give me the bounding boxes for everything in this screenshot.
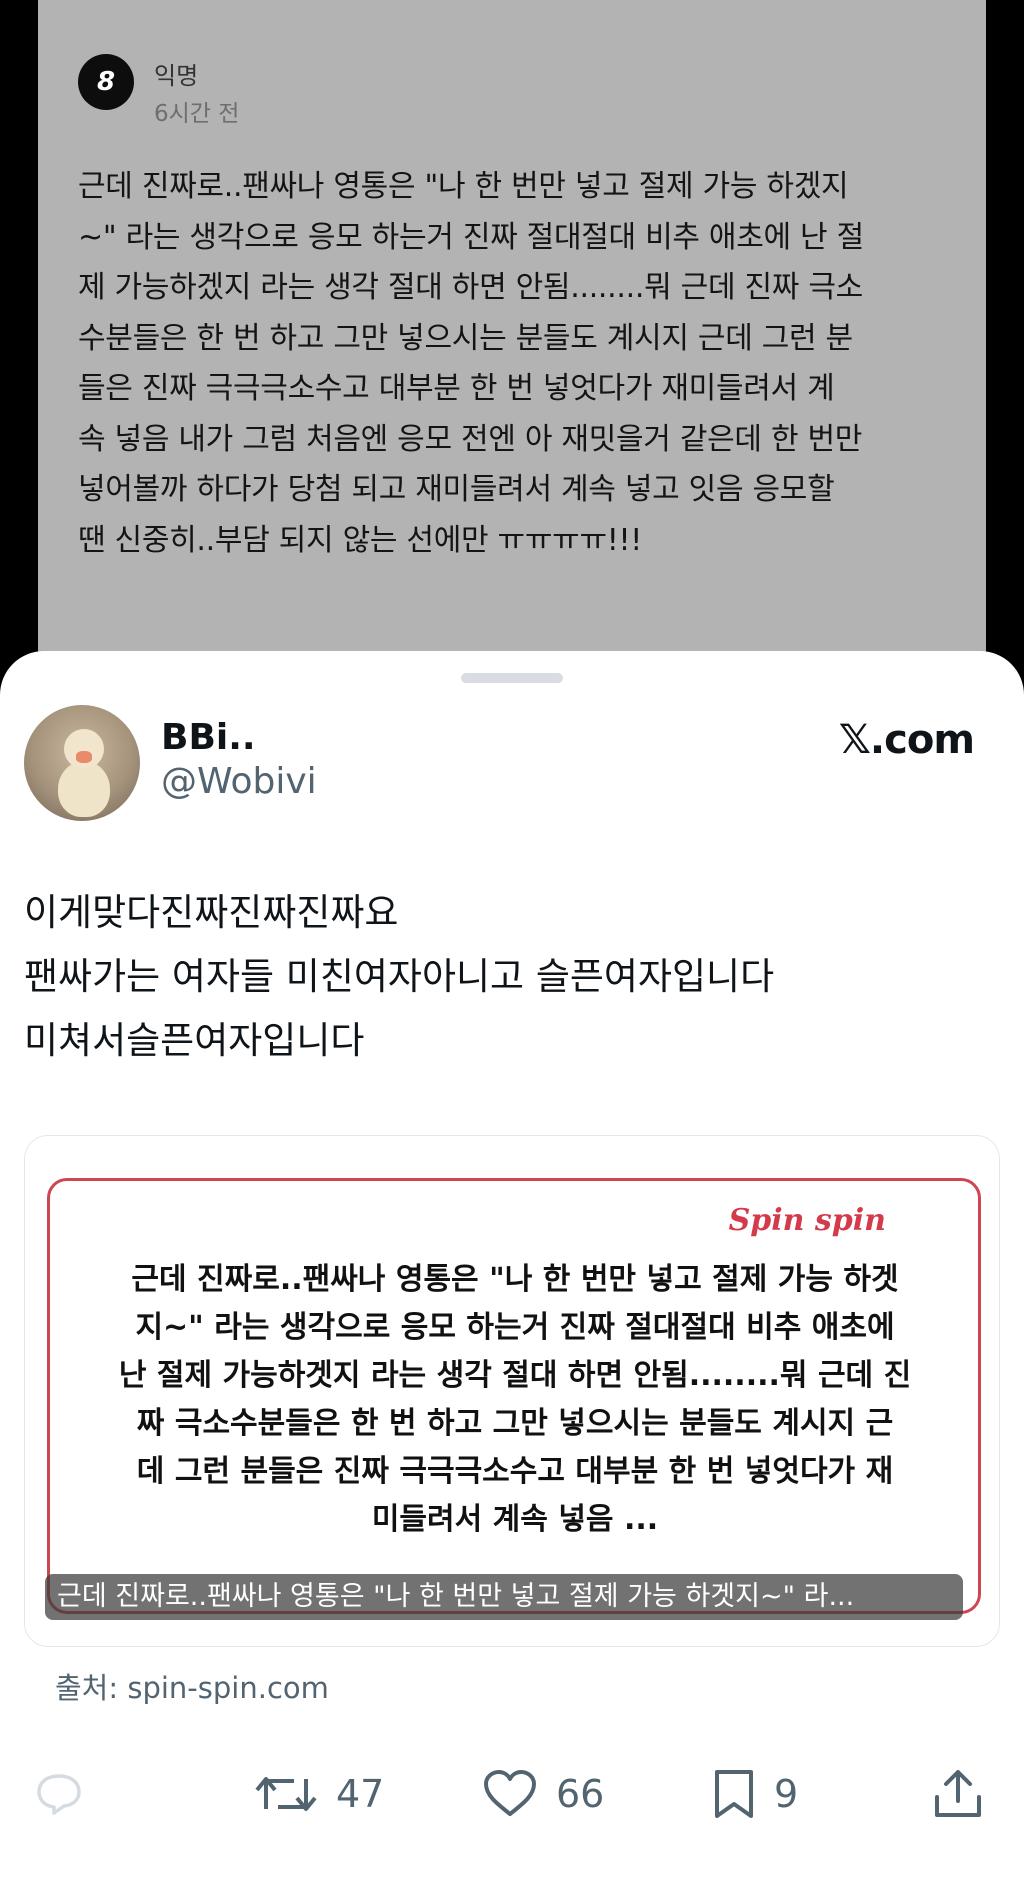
- share-icon: [935, 1770, 981, 1817]
- background-post-line: ~" 라는 생각으로 응모 하는거 진짜 절대절대 비추 애초에 난 절: [78, 219, 864, 255]
- sheet-grabber[interactable]: [461, 673, 563, 683]
- background-post-line: 제 가능하겠지 라는 생각 절대 하면 안됨........뭐 근데 진짜 극소: [78, 270, 863, 305]
- tweet-sheet: BBi.. @Wobivi 𝕏.com 이게맞다진짜진짜진짜요 팬싸가는 여자들…: [0, 651, 1024, 1883]
- action-bar: 47 66 9: [0, 1759, 1024, 1829]
- card-line: 난 절제 가능하겟지 라는 생각 절대 하면 안됨........뭐 근데 진: [118, 1358, 912, 1393]
- display-name[interactable]: BBi..: [161, 717, 256, 758]
- retweet-button[interactable]: 47: [254, 1759, 384, 1829]
- card-line: 미들려서 계속 넣음 ...: [371, 1502, 659, 1537]
- spin-spin-logo: Spin spin: [716, 1203, 898, 1238]
- heart-icon: [484, 1770, 536, 1816]
- reply-button[interactable]: [34, 1759, 84, 1829]
- background-post-author: 익명: [154, 62, 199, 90]
- background-post-line: 수분들은 한 번 하고 그만 넣으시는 분들도 계시지 근데 그런 분: [78, 320, 853, 356]
- avatar[interactable]: [24, 705, 140, 821]
- link-card[interactable]: Spin spin 근데 진짜로..팬싸나 영통은 "나 한 번만 넣고 절제 …: [24, 1135, 1000, 1647]
- like-count: 66: [556, 1772, 605, 1816]
- x-logo[interactable]: 𝕏.com: [839, 717, 975, 763]
- share-button[interactable]: [932, 1759, 984, 1829]
- background-post-time: 6시간 전: [154, 101, 240, 127]
- card-line: 근데 진짜로..팬싸나 영통은 "나 한 번만 넣고 절제 가능 하겟: [131, 1262, 899, 1297]
- tweet-line: 이게맞다진짜진짜진짜요: [24, 891, 399, 934]
- card-line: 데 그런 분들은 진짜 극극극소수고 대부분 한 번 넣엇다가 재: [136, 1454, 894, 1489]
- background-post-line: 속 넣음 내가 그럼 처음엔 응모 전엔 아 재밋을거 같은데 한 번만: [78, 421, 863, 457]
- tweet-line: 팬싸가는 여자들 미친여자아니고 슬픈여자입니다: [24, 955, 775, 998]
- duck-body: [58, 761, 110, 817]
- card-line: 지~" 라는 생각으로 응모 하는거 진짜 절대절대 비추 애초에: [135, 1310, 895, 1345]
- background-post-line: 땐 신중히..부담 되지 않는 선에만 ㅠㅠㅠㅠ!!!: [78, 522, 642, 558]
- reply-icon: [37, 1774, 81, 1815]
- link-card-body: 근데 진짜로..팬싸나 영통은 "나 한 번만 넣고 절제 가능 하겟 지~" …: [85, 1256, 945, 1544]
- tweet-line: 미쳐서슬픈여자입니다: [24, 1019, 365, 1062]
- background-post-line: 넣어볼까 하다가 당첨 되고 재미들려서 계속 넣고 잇음 응모할: [78, 472, 835, 507]
- source-link[interactable]: 출처: spin-spin.com: [55, 1665, 329, 1707]
- like-button[interactable]: 66: [482, 1759, 604, 1829]
- duck-head: [64, 729, 104, 769]
- background-post-line: 근데 진짜로..팬싸나 영통은 "나 한 번만 넣고 절제 가능 하겠지: [78, 169, 849, 204]
- duck-beak: [76, 751, 92, 763]
- bookmark-button[interactable]: 9: [712, 1759, 798, 1829]
- background-post-line: 들은 진짜 극극극소수고 대부분 한 번 넣엇다가 재미들려서 계: [78, 371, 835, 406]
- user-handle[interactable]: @Wobivi: [161, 761, 317, 802]
- retweet-count: 47: [336, 1772, 385, 1816]
- bookmark-icon: [715, 1770, 753, 1818]
- anonymous-avatar: 8: [78, 54, 134, 110]
- tweet-text: 이게맞다진짜진짜진짜요 팬싸가는 여자들 미친여자아니고 슬픈여자입니다 미쳐서…: [24, 881, 984, 1073]
- bookmark-count: 9: [774, 1772, 799, 1816]
- link-card-caption: 근데 진짜로..팬싸나 영통은 "나 한 번만 넣고 절제 가능 하겟지~" 라…: [45, 1574, 963, 1620]
- background-post-body: 근데 진짜로..팬싸나 영통은 "나 한 번만 넣고 절제 가능 하겠지 ~" …: [78, 162, 948, 566]
- card-line: 짜 극소수분들은 한 번 하고 그만 넣으시는 분들도 계시지 근: [136, 1406, 894, 1441]
- retweet-icon: [255, 1777, 317, 1811]
